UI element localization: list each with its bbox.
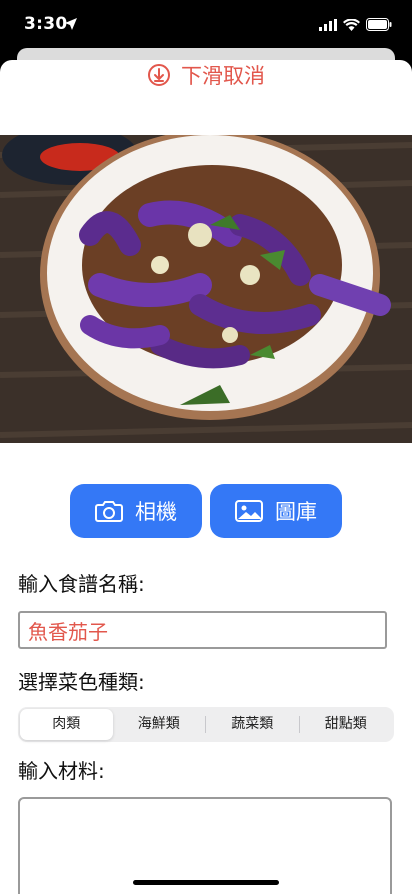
- gallery-button-label: 圖庫: [275, 500, 317, 524]
- recipe-name-label: 輸入食譜名稱:: [18, 572, 145, 596]
- segment-meat[interactable]: 肉類: [20, 709, 113, 740]
- ingredients-label: 輸入材料:: [18, 759, 105, 783]
- segment-dessert[interactable]: 甜點類: [300, 709, 393, 740]
- category-label: 選擇菜色種類:: [18, 670, 145, 694]
- camera-button[interactable]: 相機: [70, 484, 202, 538]
- wifi-icon: [343, 16, 360, 35]
- camera-icon: [95, 501, 123, 522]
- dismiss-label: 下滑取消: [181, 64, 265, 88]
- battery-icon: [366, 16, 392, 35]
- segment-seafood[interactable]: 海鮮類: [113, 709, 206, 740]
- recipe-name-input[interactable]: 魚香茄子: [18, 611, 387, 649]
- arrow-down-circle-icon: [148, 64, 170, 86]
- add-recipe-sheet: 下滑取消 相機 圖庫 輸入食譜名稱: 魚香茄子 選擇菜色種類: 肉類 海鮮類 蔬…: [0, 60, 412, 894]
- category-segmented-control: 肉類 海鮮類 蔬菜類 甜點類: [18, 707, 394, 742]
- swipe-to-dismiss-hint[interactable]: 下滑取消: [0, 60, 412, 90]
- recipe-photo: [0, 135, 412, 443]
- signal-icon: [319, 16, 337, 35]
- location-arrow-icon: [64, 16, 78, 35]
- status-time: 3:30: [24, 14, 68, 34]
- status-bar: 3:30: [0, 0, 412, 48]
- segment-vegetable[interactable]: 蔬菜類: [206, 709, 299, 740]
- gallery-button[interactable]: 圖庫: [210, 484, 342, 538]
- camera-button-label: 相機: [135, 500, 177, 524]
- photo-icon: [235, 500, 263, 522]
- home-indicator: [133, 880, 279, 885]
